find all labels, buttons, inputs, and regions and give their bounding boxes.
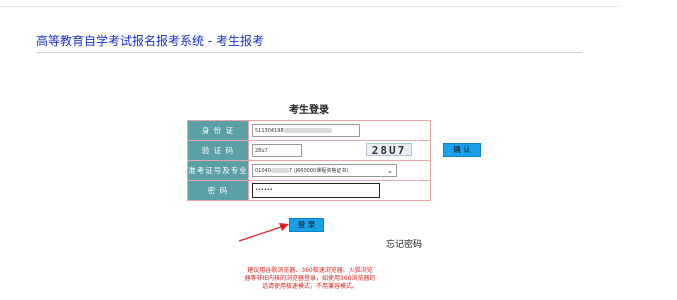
forgot-password-link[interactable]: 忘记密码 — [386, 237, 422, 250]
id-number-input[interactable]: 511304198 — [252, 124, 360, 137]
redacted-blur — [283, 128, 332, 133]
major-select-suffix: 7 (J660000课程资格证书) — [288, 168, 349, 174]
major-select[interactable]: 01040 7 (J660000课程资格证书) ⌄ — [252, 164, 397, 177]
id-label: 身 份 证 — [187, 120, 249, 141]
id-cell: 511304198 — [248, 120, 431, 141]
form-row-captcha: 验 证 码 28u7 28U7 确 认 — [187, 140, 481, 161]
notice-line: 话请使用极速模式，不用兼容模式。 — [261, 283, 358, 290]
captcha-input[interactable]: 28u7 — [252, 144, 302, 157]
chevron-down-icon: ⌄ — [387, 167, 393, 175]
major-label: 准考证号及专业 — [187, 160, 249, 181]
captcha-image[interactable]: 28U7 — [366, 143, 412, 157]
red-arrow-icon — [238, 223, 289, 242]
login-heading: 考生登录 — [289, 105, 329, 116]
login-button[interactable]: 登 录 — [289, 218, 324, 232]
form-row-major: 准考证号及专业 01040 7 (J660000课程资格证书) ⌄ — [187, 160, 431, 181]
password-cell: •••••• — [248, 180, 431, 201]
login-form-table: 身 份 证 511304198 验 证 码 28u7 28U7 确 认 准考证号… — [187, 120, 481, 201]
top-divider — [0, 6, 620, 7]
title-divider — [36, 52, 582, 53]
notice-line: 建议用谷歌浏览器、360极速浏览器、火狐浏览 — [247, 267, 373, 274]
browser-notice: 建议用谷歌浏览器、360极速浏览器、火狐浏览 器等非IE内核的浏览器登录，如使用… — [215, 267, 405, 291]
captcha-cell: 28u7 28U7 确 认 — [248, 140, 481, 161]
form-row-id: 身 份 证 511304198 — [187, 120, 431, 141]
system-title: 高等教育自学考试报名报考系统 - 考生报考 — [36, 34, 264, 48]
redacted-blur — [270, 168, 289, 173]
password-input[interactable]: •••••• — [252, 183, 380, 198]
captcha-label: 验 证 码 — [187, 140, 249, 161]
confirm-button[interactable]: 确 认 — [443, 143, 481, 157]
form-row-password: 密 码 •••••• — [187, 180, 431, 201]
major-select-value: 01040 — [255, 168, 271, 174]
major-cell: 01040 7 (J660000课程资格证书) ⌄ — [248, 160, 431, 181]
id-number-value: 511304198 — [255, 128, 284, 134]
notice-line: 器等非IE内核的浏览器登录，如使用360浏览器的 — [244, 275, 376, 282]
password-label: 密 码 — [187, 180, 249, 201]
